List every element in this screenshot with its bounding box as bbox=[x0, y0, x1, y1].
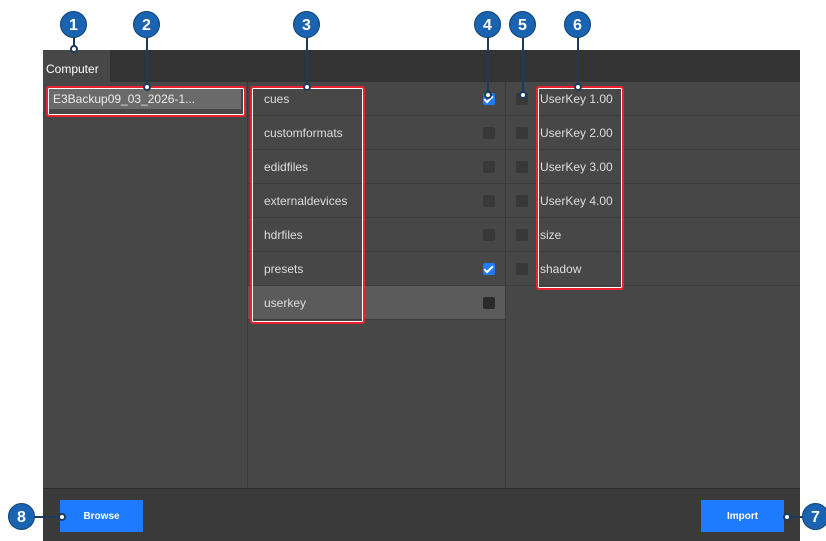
badge-6: 6 bbox=[564, 11, 591, 38]
browse-button[interactable]: Browse bbox=[60, 500, 143, 532]
import-button[interactable]: Import bbox=[701, 500, 784, 532]
item-checkbox[interactable] bbox=[516, 263, 528, 275]
leader-dot-1 bbox=[70, 45, 78, 53]
item-checkbox[interactable] bbox=[516, 195, 528, 207]
dialog-footer: Browse Import bbox=[43, 488, 800, 541]
badge-4: 4 bbox=[474, 11, 501, 38]
leader-line-3 bbox=[306, 36, 308, 86]
item-checkbox[interactable] bbox=[516, 229, 528, 241]
leader-line-2 bbox=[146, 36, 148, 86]
category-checkbox[interactable] bbox=[483, 229, 495, 241]
badge-1: 1 bbox=[60, 11, 87, 38]
item-checkbox[interactable] bbox=[516, 161, 528, 173]
item-checkbox[interactable] bbox=[516, 127, 528, 139]
badge-2: 2 bbox=[133, 11, 160, 38]
category-checkbox[interactable] bbox=[483, 195, 495, 207]
leader-dot-7 bbox=[783, 513, 791, 521]
leader-line-4 bbox=[487, 36, 489, 94]
tab-bar: Computer bbox=[43, 50, 800, 82]
leader-line-6 bbox=[577, 36, 579, 86]
badge-3: 3 bbox=[293, 11, 320, 38]
category-checkbox[interactable] bbox=[483, 127, 495, 139]
leader-line-5 bbox=[522, 36, 524, 94]
category-checkbox[interactable] bbox=[483, 161, 495, 173]
badge-5: 5 bbox=[509, 11, 536, 38]
highlight-item-list bbox=[536, 86, 624, 290]
category-checkbox[interactable] bbox=[483, 297, 495, 309]
tab-computer[interactable]: Computer bbox=[43, 50, 110, 82]
import-dialog: Computer E3Backup09_03_2026-1... cues cu… bbox=[43, 50, 800, 541]
leader-dot-8 bbox=[58, 513, 66, 521]
leader-dot-3 bbox=[303, 83, 311, 91]
category-checkbox[interactable] bbox=[483, 263, 495, 275]
leader-dot-2 bbox=[143, 83, 151, 91]
leader-dot-4 bbox=[484, 91, 492, 99]
file-list-panel: E3Backup09_03_2026-1... bbox=[43, 82, 248, 488]
badge-8: 8 bbox=[8, 503, 35, 530]
badge-7: 7 bbox=[802, 503, 826, 530]
leader-dot-5 bbox=[519, 91, 527, 99]
leader-dot-6 bbox=[574, 83, 582, 91]
highlight-category-list bbox=[250, 86, 365, 324]
